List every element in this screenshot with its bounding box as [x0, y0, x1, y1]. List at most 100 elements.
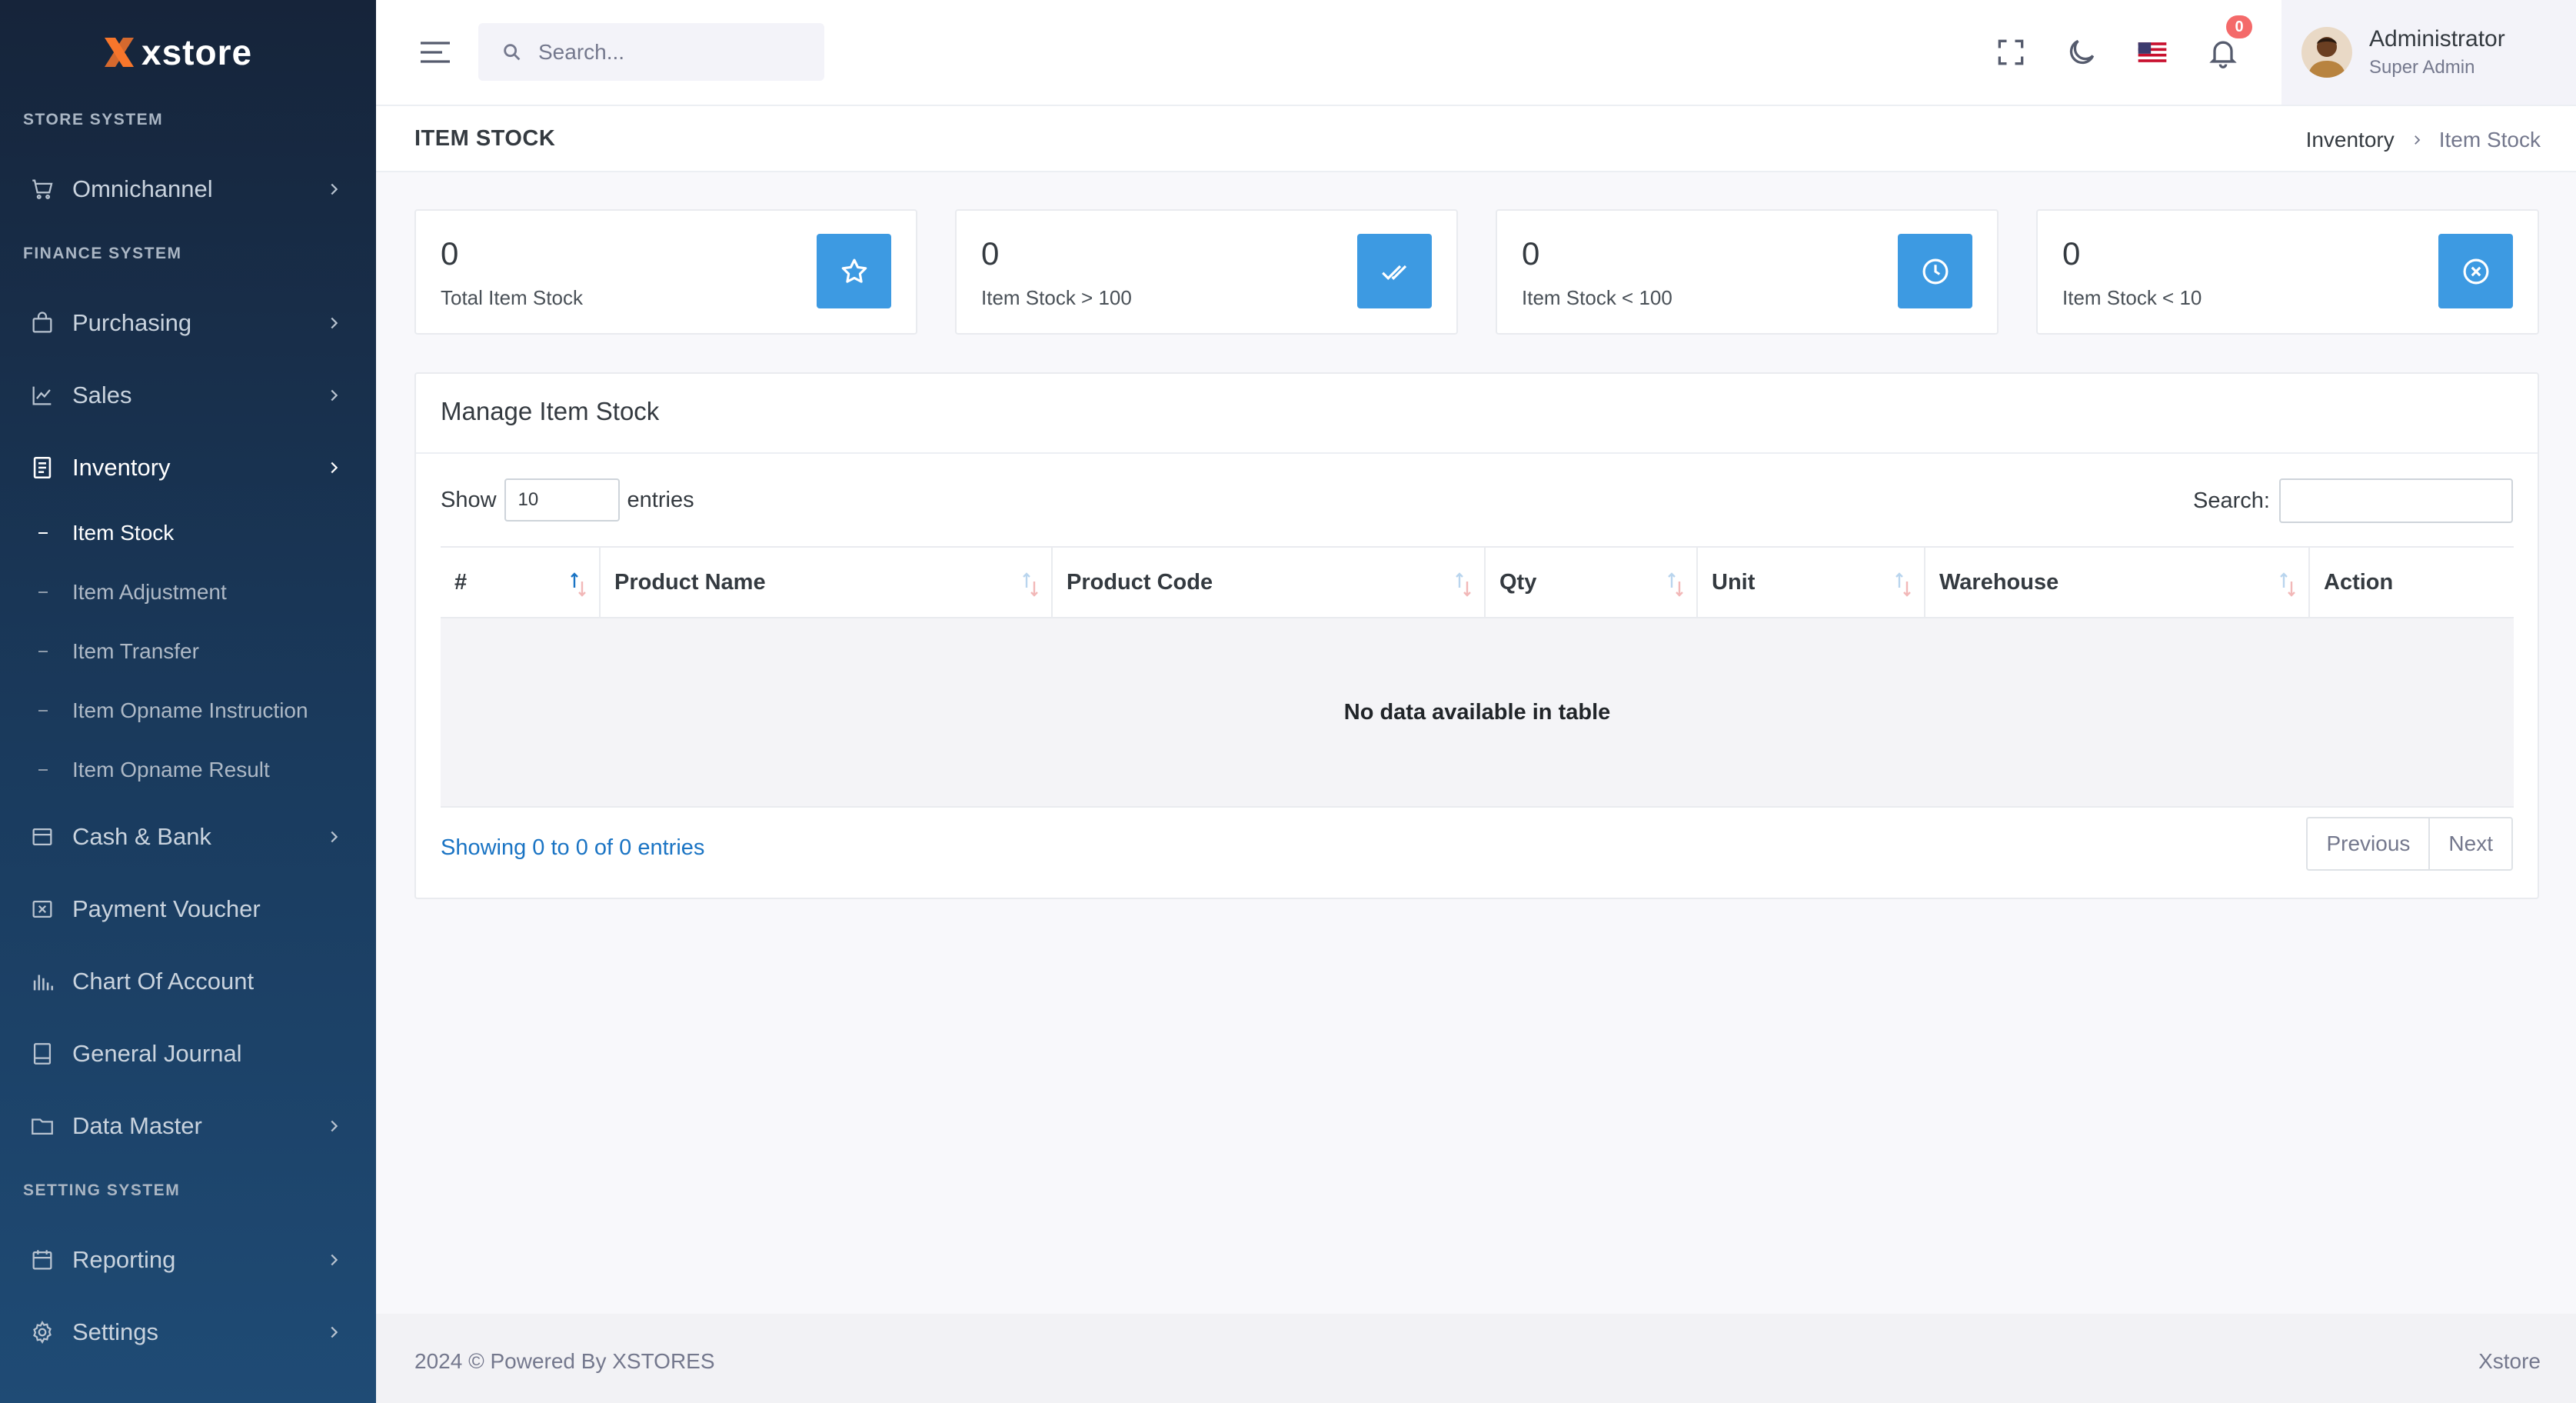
xstore-logo-icon	[105, 38, 134, 67]
topbar: 0 Administrator Super Admin	[376, 0, 2576, 106]
stat-value: 0	[2062, 235, 2081, 272]
sidebar-item-cash-bank[interactable]: Cash & Bank	[0, 806, 376, 868]
column-label: #	[454, 569, 468, 595]
brand-name: xstore	[141, 32, 253, 72]
fullscreen-icon[interactable]	[1994, 35, 2028, 69]
stat-label: Item Stock < 10	[2062, 286, 2202, 309]
column-label: Unit	[1712, 569, 1756, 595]
sidebar-item-general-journal[interactable]: General Journal	[0, 1023, 376, 1085]
sidebar-item-sales[interactable]: Sales	[0, 365, 376, 426]
sidebar: xstore STORE SYSTEM Omnichannel FINANCE …	[0, 0, 376, 1403]
sidebar-item-label: Sales	[72, 382, 132, 408]
sort-icon	[1895, 572, 1911, 597]
column-label: Qty	[1499, 569, 1537, 595]
sidebar-item-data-master[interactable]: Data Master	[0, 1095, 376, 1157]
chevron-right-icon	[331, 1326, 338, 1338]
sidebar-item-reporting[interactable]: Reporting	[0, 1229, 376, 1291]
stat-value: 0	[981, 235, 1000, 272]
chevron-right-icon	[331, 1120, 338, 1132]
section-finance-system: FINANCE SYSTEM	[23, 245, 182, 262]
sidebar-subitem-item-opname-instruction[interactable]: Item Opname Instruction	[0, 686, 376, 735]
moon-icon[interactable]	[2065, 35, 2098, 69]
breadcrumb-inventory[interactable]: Inventory	[2306, 128, 2395, 152]
column-header-number[interactable]: #	[441, 548, 601, 617]
sidebar-item-label: Data Master	[72, 1112, 202, 1139]
search-icon	[504, 43, 521, 60]
table-search-input[interactable]	[2279, 478, 2513, 523]
stat-label: Item Stock < 100	[1522, 286, 1672, 309]
stat-icon-box	[1357, 234, 1432, 308]
page-title: ITEM STOCK	[414, 126, 556, 151]
user-menu[interactable]: Administrator Super Admin	[2281, 0, 2576, 105]
sidebar-item-label: Purchasing	[72, 309, 192, 336]
sidebar-item-omnichannel[interactable]: Omnichannel	[0, 158, 376, 220]
submenu-dash	[38, 532, 48, 534]
us-flag-icon[interactable]	[2135, 35, 2169, 69]
page-length-control: Show entries	[441, 478, 694, 522]
breadcrumb: Inventory Item Stock	[2306, 128, 2541, 152]
brand-logo[interactable]: xstore	[100, 28, 252, 77]
sidebar-item-payment-voucher[interactable]: Payment Voucher	[0, 878, 376, 940]
column-header-product-name[interactable]: Product Name	[601, 548, 1053, 617]
stat-card-item-stock-under-10: 0 Item Stock < 10	[2036, 209, 2539, 335]
empty-message: No data available in table	[1343, 699, 1611, 725]
sidebar-item-purchasing[interactable]: Purchasing	[0, 292, 376, 354]
table-header: # Product Name Product Code Qty Unit War…	[441, 546, 2514, 618]
chevron-right-icon	[331, 183, 338, 195]
footer-copyright: 2024 © Powered By XSTORES	[414, 1349, 715, 1373]
table-search: Search:	[2193, 478, 2513, 523]
sidebar-subitem-label: Item Stock	[72, 521, 175, 545]
page-length-select[interactable]	[504, 478, 620, 522]
sidebar-item-label: Settings	[72, 1318, 159, 1345]
sidebar-item-chart-of-account[interactable]: Chart Of Account	[0, 951, 376, 1012]
sidebar-subitem-item-adjustment[interactable]: Item Adjustment	[0, 568, 376, 617]
sidebar-subitem-item-opname-result[interactable]: Item Opname Result	[0, 745, 376, 795]
column-header-warehouse[interactable]: Warehouse	[1925, 548, 2310, 617]
column-header-product-code[interactable]: Product Code	[1053, 548, 1486, 617]
sidebar-item-label: Payment Voucher	[72, 895, 261, 922]
avatar	[2301, 27, 2352, 78]
sidebar-subitem-item-stock[interactable]: Item Stock	[0, 508, 376, 558]
manage-item-stock-panel: Manage Item Stock Show entries Search: #…	[414, 372, 2539, 899]
sidebar-item-settings[interactable]: Settings	[0, 1301, 376, 1363]
column-label: Product Name	[614, 569, 766, 595]
column-header-qty[interactable]: Qty	[1486, 548, 1698, 617]
sidebar-item-inventory[interactable]: Inventory	[0, 437, 376, 498]
global-search	[478, 23, 824, 81]
sidebar-item-label: Chart Of Account	[72, 968, 255, 995]
pagination: Previous Next	[2306, 817, 2513, 871]
stat-icon-box	[2438, 234, 2513, 308]
user-name: Administrator	[2369, 26, 2505, 52]
sort-icon	[1668, 572, 1683, 597]
sidebar-item-label: Inventory	[72, 454, 171, 481]
chevron-right-icon	[331, 1254, 338, 1266]
search-input[interactable]	[538, 39, 815, 65]
panel-header: Manage Item Stock	[416, 374, 2538, 454]
chevron-right-icon	[2414, 135, 2421, 145]
double-check-icon	[1381, 265, 1406, 280]
column-header-action: Action	[2310, 548, 2514, 617]
sidebar-item-label: General Journal	[72, 1040, 242, 1067]
stat-card-item-stock-under-100: 0 Item Stock < 100	[1496, 209, 1999, 335]
user-avatar-icon	[2301, 27, 2352, 78]
column-label: Product Code	[1067, 569, 1213, 595]
notification-badge: 0	[2226, 15, 2252, 38]
submenu-dash	[38, 710, 48, 711]
sort-icon	[1023, 572, 1038, 597]
menu-toggle-icon[interactable]	[419, 38, 451, 66]
sidebar-item-label: Cash & Bank	[72, 823, 211, 850]
stat-icon-box	[817, 234, 891, 308]
stat-card-item-stock-over-100: 0 Item Stock > 100	[955, 209, 1458, 335]
sidebar-subitem-label: Item Adjustment	[72, 580, 227, 604]
bell-icon[interactable]	[2206, 35, 2240, 69]
column-header-unit[interactable]: Unit	[1698, 548, 1925, 617]
sidebar-item-label: Reporting	[72, 1246, 176, 1273]
panel-title: Manage Item Stock	[441, 397, 660, 425]
page-title-bar: ITEM STOCK Inventory Item Stock	[376, 106, 2576, 172]
sort-icon	[1456, 572, 1471, 597]
previous-page-button[interactable]: Previous	[2308, 818, 2428, 869]
sidebar-subitem-item-transfer[interactable]: Item Transfer	[0, 627, 376, 676]
next-page-button[interactable]: Next	[2428, 818, 2511, 869]
table-info: Showing 0 to 0 of 0 entries	[441, 835, 705, 860]
gear-icon	[33, 1321, 52, 1344]
